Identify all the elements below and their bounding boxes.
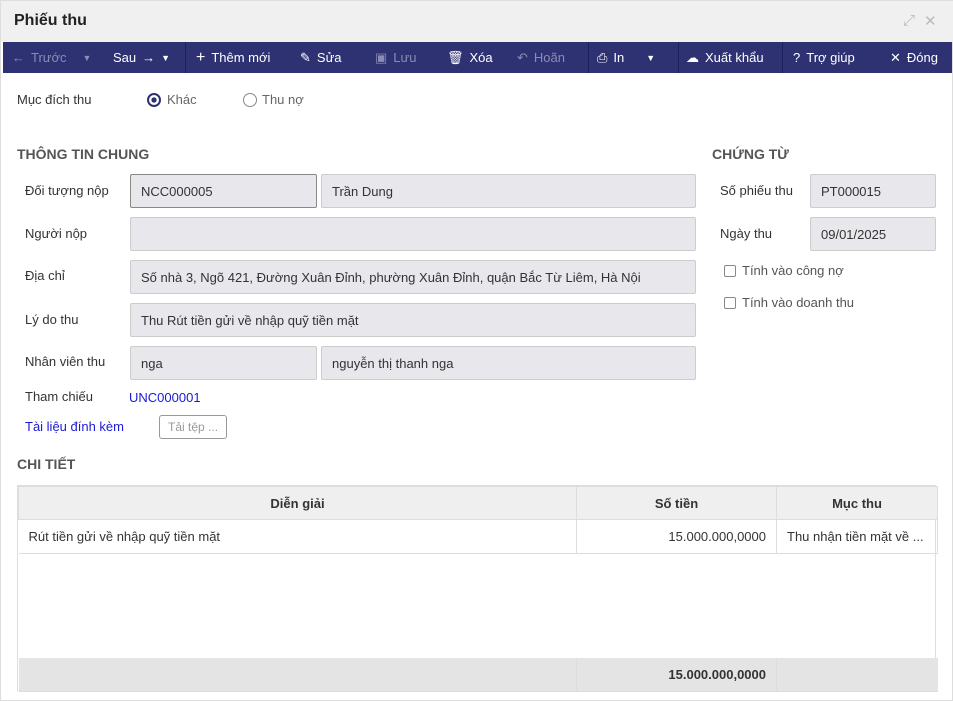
- next-button[interactable]: Sau → ▼: [113, 42, 170, 73]
- x-icon: ✕: [890, 49, 901, 65]
- window-title: Phiếu thu: [14, 12, 87, 29]
- chevron-down-icon: ▼: [161, 52, 171, 63]
- close-icon[interactable]: ✕: [924, 12, 937, 30]
- arrow-left-icon: ←: [12, 50, 25, 65]
- trash-icon: 🗑: [447, 49, 464, 65]
- payer-code-input[interactable]: NCC000005: [130, 174, 317, 208]
- detail-table: Diễn giải Số tiền Mục thu Rút tiền gửi về …: [17, 485, 938, 692]
- maximize-icon[interactable]: ⤢: [903, 12, 915, 29]
- debt-checkbox[interactable]: Tính vào công nợ: [724, 263, 844, 278]
- save-icon: ▣: [375, 49, 388, 65]
- delete-button[interactable]: 🗑 Xóa: [447, 42, 493, 73]
- voucher-heading: CHỨNG TỪ: [712, 146, 789, 162]
- pencil-icon: ✎: [300, 49, 311, 65]
- prev-button[interactable]: ← Trước ▼: [12, 42, 91, 73]
- address-label: Địa chỉ: [25, 268, 65, 283]
- total-amount: 15.000.000,0000: [576, 657, 777, 692]
- address-input[interactable]: Số nhà 3, Ngõ 421, Đường Xuân Đỉnh, phườ…: [130, 260, 696, 294]
- help-icon: ?: [793, 50, 801, 65]
- staff-label: Nhân viên thu: [25, 354, 106, 369]
- voucher-number-label: Số phiếu thu: [720, 183, 794, 198]
- checkbox-icon: [724, 296, 736, 309]
- payer-label: Đối tượng nộp: [25, 183, 109, 198]
- export-button[interactable]: ☁ Xuất khẩu: [686, 42, 764, 73]
- printer-icon: ⎙: [597, 49, 608, 65]
- voucher-number-input[interactable]: PT000015: [810, 174, 936, 208]
- submitter-input[interactable]: [130, 217, 696, 251]
- column-header[interactable]: Mục thu: [776, 486, 938, 520]
- payer-name-input[interactable]: Trần Dung: [321, 174, 696, 208]
- general-heading: THÔNG TIN CHUNG: [17, 146, 150, 162]
- radio-unchecked-icon: [243, 92, 257, 107]
- undo-button[interactable]: ↶ Hoãn: [517, 42, 565, 73]
- help-button[interactable]: ? Trợ giúp: [793, 42, 855, 73]
- submitter-label: Người nộp: [25, 226, 88, 241]
- revenue-checkbox[interactable]: Tính vào doanh thu: [724, 295, 854, 310]
- edit-button[interactable]: ✎ Sửa: [300, 42, 342, 73]
- radio-checked-icon: [147, 92, 161, 107]
- save-button[interactable]: ▣ Lưu: [375, 42, 416, 73]
- detail-heading: CHI TIẾT: [17, 456, 76, 472]
- undo-icon: ↶: [517, 49, 528, 65]
- column-header[interactable]: Diễn giải: [18, 486, 577, 520]
- staff-name-input[interactable]: nguyễn thị thanh nga: [321, 346, 696, 380]
- title-bar: [1, 1, 953, 42]
- reason-input[interactable]: Thu Rút tiền gửi về nhập quỹ tiền mặt: [130, 303, 696, 337]
- total-row: 15.000.000,0000: [18, 657, 938, 692]
- arrow-right-icon: →: [142, 50, 156, 65]
- column-header[interactable]: Số tiền: [576, 486, 777, 520]
- plus-icon: +: [196, 48, 206, 66]
- staff-code-input[interactable]: nga: [130, 346, 317, 380]
- reason-label: Lý do thu: [25, 312, 79, 327]
- print-button[interactable]: ⎙ In ▼: [597, 42, 655, 73]
- radio-other[interactable]: Khác: [147, 92, 197, 107]
- checkbox-icon: [724, 264, 736, 277]
- ref-label: Tham chiếu: [25, 389, 93, 404]
- chevron-down-icon: ▼: [646, 52, 656, 63]
- ref-link[interactable]: UNC000001: [129, 390, 201, 405]
- upload-button[interactable]: Tải tệp ...: [159, 415, 228, 439]
- date-label: Ngày thu: [720, 226, 773, 241]
- table-row[interactable]: Rút tiền gửi về nhập quỹ tiền mặt 15.000.…: [18, 519, 938, 554]
- attach-link[interactable]: Tài liệu đính kèm: [25, 419, 124, 434]
- toolbar: ← Trước ▼ Sau → ▼ + Thêm mới ✎ Sửa ▣ Lưu 🗑 Xóa ↶…: [3, 42, 952, 73]
- close-button[interactable]: ✕ Đóng: [890, 42, 938, 73]
- cloud-download-icon: ☁: [686, 49, 699, 65]
- chevron-down-icon: ▼: [82, 52, 92, 63]
- radio-debt[interactable]: Thu nợ: [243, 92, 304, 107]
- date-input[interactable]: 09/01/2025: [810, 217, 936, 251]
- add-button[interactable]: + Thêm mới: [196, 42, 270, 73]
- purpose-label: Mục đích thu: [17, 92, 92, 107]
